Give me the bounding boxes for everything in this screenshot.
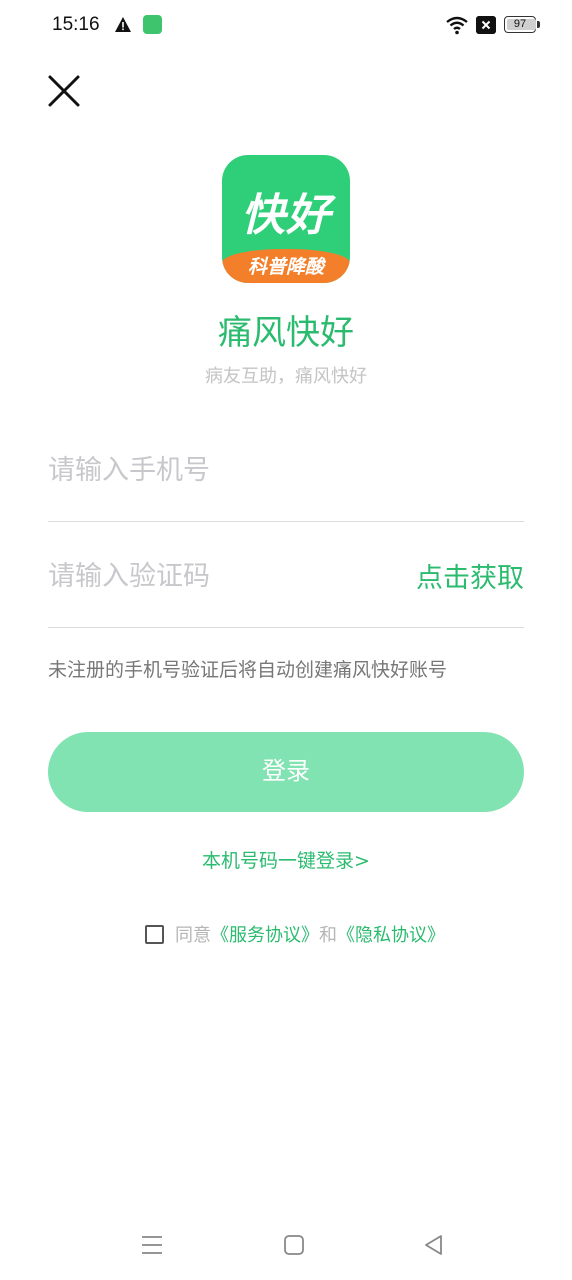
agreement-and: 和 bbox=[319, 925, 337, 946]
back-icon[interactable] bbox=[423, 1234, 445, 1256]
app-logo: 快好 科普降酸 bbox=[222, 155, 350, 283]
registration-notice: 未注册的手机号验证后将自动创建痛风快好账号 bbox=[48, 659, 448, 681]
app-slogan: 病友互助，痛风快好 bbox=[205, 366, 367, 387]
status-bar: 15:16 97 bbox=[0, 0, 572, 52]
get-code-button[interactable]: 点击获取 bbox=[416, 556, 524, 595]
app-name: 痛风快好 bbox=[218, 313, 354, 353]
app-notification-icon bbox=[143, 15, 162, 34]
sim-off-icon bbox=[476, 16, 496, 34]
wifi-icon bbox=[446, 16, 468, 35]
battery-cap bbox=[537, 21, 540, 28]
battery-icon: 97 bbox=[504, 16, 537, 33]
agreement-row: 同意 《服务协议》 和 《隐私协议》 bbox=[145, 922, 445, 946]
login-button[interactable]: 登录 bbox=[48, 732, 524, 812]
logo-main-text: 快好 bbox=[241, 190, 331, 241]
home-icon[interactable] bbox=[283, 1234, 305, 1256]
phone-divider bbox=[48, 521, 524, 522]
agreement-checkbox[interactable] bbox=[145, 924, 164, 944]
service-agreement-link[interactable]: 《服务协议》 bbox=[211, 921, 319, 947]
code-field-wrapper bbox=[48, 546, 378, 606]
close-icon[interactable] bbox=[44, 70, 84, 110]
phone-input[interactable] bbox=[48, 440, 524, 500]
one-key-login-link[interactable]: 本机号码一键登录> bbox=[0, 846, 572, 873]
navigation-bar bbox=[0, 1210, 572, 1280]
privacy-agreement-link[interactable]: 《隐私协议》 bbox=[337, 921, 445, 947]
warning-icon bbox=[115, 17, 131, 32]
battery-percent: 97 bbox=[513, 18, 527, 30]
verification-code-input[interactable] bbox=[48, 546, 378, 606]
status-time: 15:16 bbox=[52, 14, 100, 35]
code-divider bbox=[48, 627, 524, 628]
phone-field-wrapper bbox=[48, 440, 524, 500]
logo-sub-text: 科普降酸 bbox=[247, 256, 324, 278]
agreement-prefix: 同意 bbox=[175, 925, 211, 946]
menu-icon[interactable] bbox=[141, 1234, 163, 1256]
